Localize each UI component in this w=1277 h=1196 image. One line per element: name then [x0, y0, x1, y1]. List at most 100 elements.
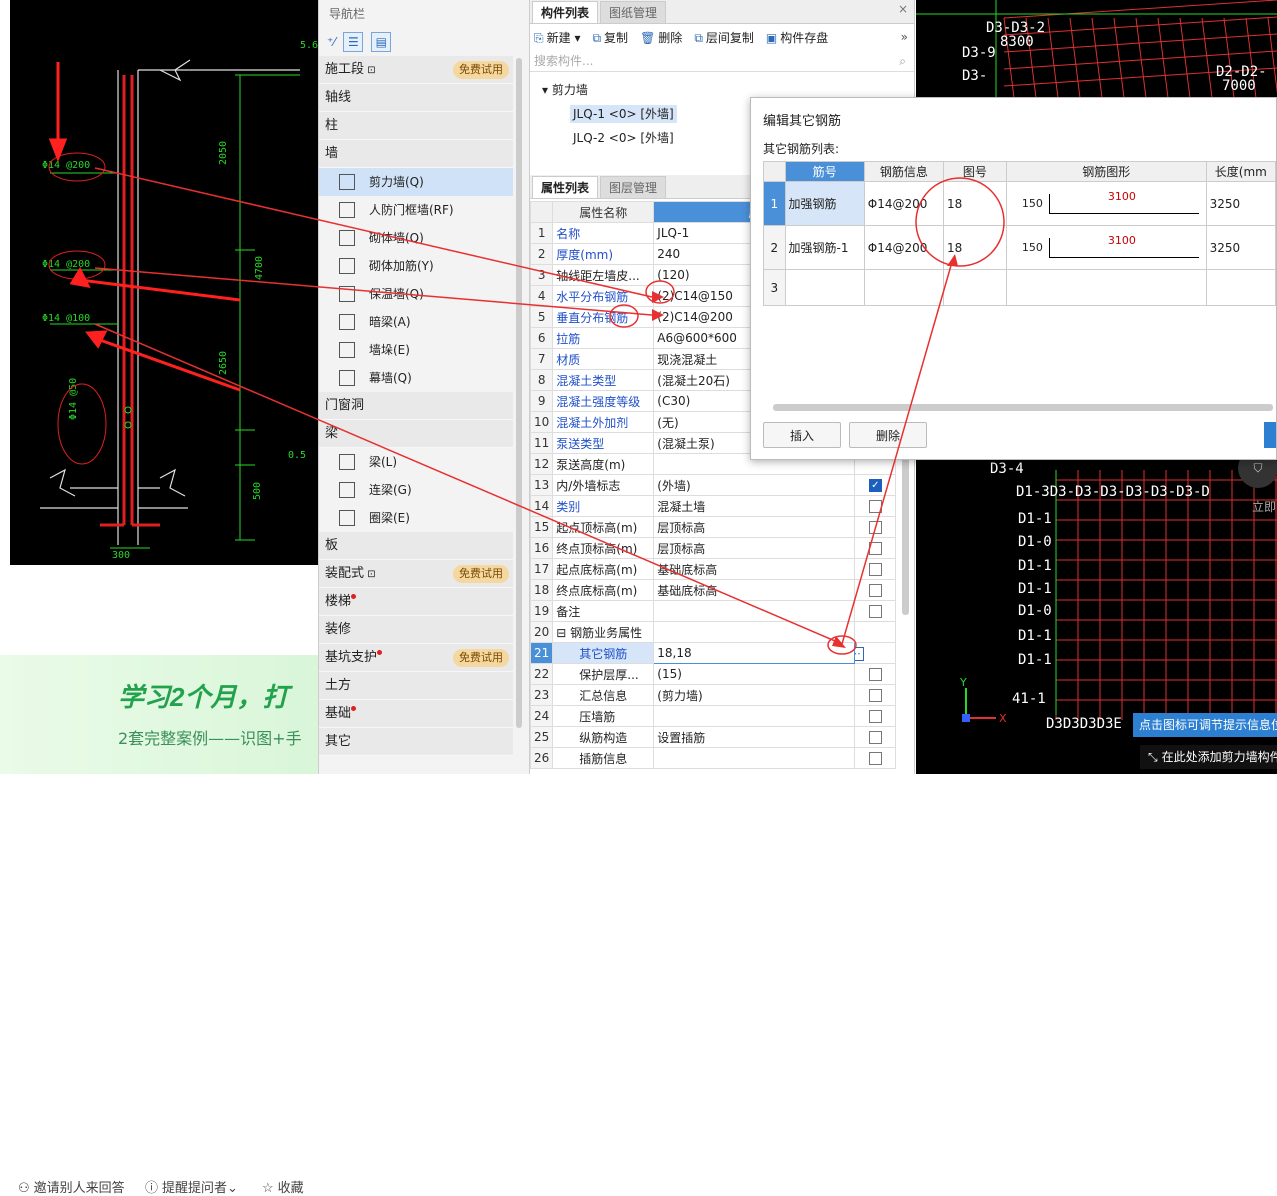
tab-property-list[interactable]: 属性列表 [532, 176, 599, 198]
tree-view-icon[interactable]: ▤ [371, 32, 392, 52]
attach-checkbox[interactable] [868, 689, 882, 702]
more-options-button[interactable]: ⋯ [855, 646, 865, 661]
dialog-hscrollbar[interactable] [773, 404, 1273, 411]
new-button[interactable]: ⎘ 新建 ▾ [534, 29, 580, 46]
nav-category[interactable]: 基础 [319, 700, 513, 728]
rebar-row[interactable]: 2 加强钢筋-1 Φ14@200 18 150 3100 3250 [763, 225, 1277, 270]
nav-category[interactable]: 装配式 ⊡ 免费试用 [319, 560, 513, 588]
close-icon[interactable]: × [898, 2, 908, 16]
nav-item[interactable]: 圈梁(E) [319, 504, 513, 532]
nav-category[interactable]: 轴线 [319, 84, 513, 112]
rebar-length-cell[interactable] [1205, 269, 1277, 306]
rebar-length-cell[interactable]: 3250 [1205, 181, 1277, 226]
nav-scrollbar[interactable] [516, 58, 522, 728]
property-value[interactable] [653, 621, 856, 643]
nav-item[interactable]: 砌体墙(Q) [319, 224, 513, 252]
property-row[interactable]: 20 ⊟ 钢筋业务属性 [529, 621, 897, 643]
nav-category[interactable]: 墙 [319, 140, 513, 168]
property-value[interactable] [653, 600, 856, 622]
component-search-input[interactable]: 搜索构件... ⌕ [530, 50, 914, 72]
attach-checkbox[interactable] [868, 584, 882, 597]
tab-component-list[interactable]: 构件列表 [532, 1, 599, 23]
invite-answer-link[interactable]: ⚇ 邀请别人来回答 [18, 1177, 125, 1196]
free-trial-badge[interactable]: 免费试用 [453, 565, 509, 583]
property-value[interactable]: 18,18 [653, 642, 856, 664]
nav-item[interactable]: 暗梁(A) [319, 308, 513, 336]
property-value[interactable]: 混凝土墙 [653, 495, 856, 517]
property-row[interactable]: 25 纵筋构造 设置插筋 [529, 726, 897, 748]
property-value[interactable]: 层顶标高 [653, 516, 856, 538]
nav-category[interactable]: 梁 [319, 420, 513, 448]
collect-link[interactable]: ☆ 收藏 [262, 1177, 304, 1196]
more-icon[interactable]: » [901, 30, 908, 44]
list-view-icon[interactable]: ☰ [343, 32, 364, 52]
nav-item[interactable]: 保温墙(Q) [319, 280, 513, 308]
property-row[interactable]: 22 保护层厚... (15) [529, 663, 897, 685]
rebar-name-cell[interactable] [784, 269, 865, 306]
property-value[interactable]: (剪力墙) [653, 684, 856, 706]
attach-checkbox[interactable] [868, 542, 882, 555]
free-trial-badge[interactable]: 免费试用 [453, 61, 509, 79]
layer-copy-button[interactable]: ⧉ 层间复制 [694, 29, 754, 46]
property-row[interactable]: 19 备注 [529, 600, 897, 622]
search-icon[interactable]: ⌕ [899, 50, 906, 72]
nav-item[interactable]: 墙垛(E) [319, 336, 513, 364]
add-wall-hint[interactable]: ⤡ 在此处添加剪力墙构件 [1140, 745, 1277, 769]
property-value[interactable]: 层顶标高 [653, 537, 856, 559]
property-value[interactable] [653, 747, 856, 769]
nav-item[interactable]: 剪力墙(Q) [319, 168, 513, 196]
nav-item[interactable]: 人防门框墙(RF) [319, 196, 513, 224]
rebar-fig-cell[interactable] [942, 269, 1007, 306]
hint-banner[interactable]: 点击图标可调节提示信息位 [1133, 713, 1277, 737]
property-value[interactable]: 基础底标高 [653, 558, 856, 580]
attach-checkbox[interactable] [868, 521, 882, 534]
rebar-row[interactable]: 3 [763, 269, 1277, 306]
nav-category[interactable]: 土方 [319, 672, 513, 700]
attach-checkbox[interactable] [868, 668, 882, 681]
property-row[interactable]: 15 起点顶标高(m) 层顶标高 [529, 516, 897, 538]
property-row[interactable]: 17 起点底标高(m) 基础底标高 [529, 558, 897, 580]
property-value[interactable]: (外墙) [653, 474, 856, 496]
delete-row-button[interactable]: 删除 [849, 422, 927, 448]
insert-button[interactable]: 插入 [763, 422, 841, 448]
attach-checkbox[interactable] [868, 731, 882, 744]
save-component-button[interactable]: ▣ 构件存盘 [766, 29, 828, 46]
rebar-row[interactable]: 1 加强钢筋 Φ14@200 18 150 3100 3250 [763, 181, 1277, 226]
property-row[interactable]: 26 插筋信息 [529, 747, 897, 769]
attach-checkbox[interactable] [868, 500, 882, 513]
property-value[interactable] [653, 705, 856, 727]
pin-icon[interactable]: ⁺⁄ [327, 35, 335, 49]
property-value[interactable]: 基础底标高 [653, 579, 856, 601]
property-row[interactable]: 16 终点顶标高(m) 层顶标高 [529, 537, 897, 559]
property-row[interactable]: 13 内/外墙标志 (外墙) ✓ [529, 474, 897, 496]
rebar-fig-cell[interactable]: 18 [942, 225, 1007, 270]
attach-checkbox[interactable] [868, 710, 882, 723]
nav-category[interactable]: 其它 [319, 728, 513, 756]
attach-checkbox[interactable] [868, 752, 882, 765]
property-row[interactable]: 24 压墙筋 [529, 705, 897, 727]
property-row[interactable]: 18 终点底标高(m) 基础底标高 [529, 579, 897, 601]
nav-item[interactable]: 梁(L) [319, 448, 513, 476]
rebar-fig-cell[interactable]: 18 [942, 181, 1007, 226]
confirm-button[interactable] [1264, 422, 1276, 448]
property-value[interactable]: (15) [653, 663, 856, 685]
attach-checkbox[interactable]: ✓ [868, 479, 882, 492]
property-row[interactable]: 21其它钢筋18,18⋯ [529, 642, 897, 664]
nav-category[interactable]: 柱 [319, 112, 513, 140]
attach-checkbox[interactable] [868, 563, 882, 576]
nav-category[interactable]: 门窗洞 [319, 392, 513, 420]
property-row[interactable]: 23 汇总信息 (剪力墙) [529, 684, 897, 706]
free-trial-badge[interactable]: 免费试用 [453, 649, 509, 667]
attach-checkbox[interactable] [868, 605, 882, 618]
rebar-name-cell[interactable]: 加强钢筋-1 [784, 225, 865, 270]
rebar-name-cell[interactable]: 加强钢筋 [784, 181, 865, 226]
rebar-info-cell[interactable]: Φ14@200 [863, 225, 944, 270]
delete-button[interactable]: 🗑 删除 [640, 29, 682, 46]
nav-category[interactable]: 基坑支护 免费试用 [319, 644, 513, 672]
rebar-info-cell[interactable] [863, 269, 944, 306]
tab-layer-manage[interactable]: 图层管理 [600, 176, 667, 198]
nav-category[interactable]: 施工段 ⊡ 免费试用 [319, 56, 513, 84]
tab-drawing-manage[interactable]: 图纸管理 [600, 1, 667, 23]
property-row[interactable]: 14 类别 混凝土墙 [529, 495, 897, 517]
promo-banner[interactable]: 学习2个月，打 2套完整案例——识图+手 [0, 655, 318, 774]
